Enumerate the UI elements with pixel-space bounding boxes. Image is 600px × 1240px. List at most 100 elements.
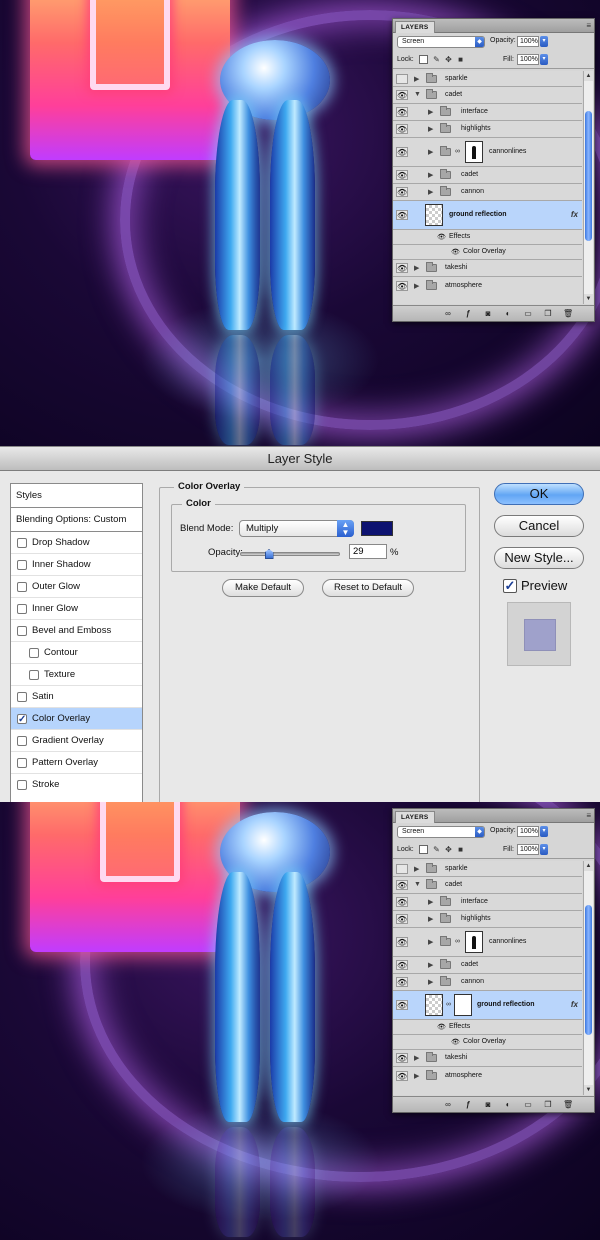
collapse-arrow-icon[interactable]: ▼ [414, 91, 421, 98]
layer-row-cadet-sub[interactable]: 👁 ▶ cadet [393, 957, 582, 974]
eye-icon[interactable]: 👁 [396, 187, 408, 197]
reset-default-button[interactable]: Reset to Default [322, 579, 414, 597]
expand-arrow-icon[interactable]: ▶ [428, 171, 433, 179]
collapse-arrow-icon[interactable]: ▼ [414, 881, 421, 888]
expand-arrow-icon[interactable]: ▶ [428, 148, 433, 156]
fx-badge-icon[interactable]: fx [571, 1000, 578, 1009]
visibility-empty-icon[interactable] [396, 863, 408, 874]
eye-icon[interactable]: 👁 [396, 977, 408, 987]
overlay-color-swatch[interactable] [361, 521, 393, 536]
eye-icon[interactable]: 👁 [396, 124, 408, 134]
opacity-arrow-icon[interactable]: ▾ [540, 36, 548, 47]
style-item-drop-shadow[interactable]: Drop Shadow [11, 532, 142, 554]
layer-effects-row[interactable]: 👁 Effects [393, 230, 582, 245]
new-group-icon[interactable]: ▭ [523, 309, 533, 319]
layers-scrollbar[interactable]: ▲ ▼ [583, 861, 593, 1095]
checkbox-checked[interactable]: ✓ [17, 714, 27, 725]
add-mask-icon[interactable]: ◙ [483, 1100, 493, 1110]
scroll-down-icon[interactable]: ▼ [584, 294, 593, 304]
ok-button[interactable]: OK [494, 483, 584, 505]
style-item-inner-shadow[interactable]: Inner Shadow [11, 554, 142, 576]
layer-row-sparkle[interactable]: ▶ sparkle [393, 861, 582, 877]
trash-icon[interactable]: 🗑 [563, 1100, 573, 1110]
adjustment-layer-icon[interactable]: ◐ [503, 1100, 513, 1110]
eye-icon[interactable]: 👁 [396, 1000, 408, 1010]
layer-row-interface[interactable]: 👁 ▶ interface [393, 104, 582, 121]
checkbox[interactable] [17, 758, 27, 768]
style-item-outer-glow[interactable]: Outer Glow [11, 576, 142, 598]
eye-icon[interactable]: 👁 [396, 263, 408, 273]
expand-arrow-icon[interactable]: ▶ [428, 961, 433, 969]
checkbox[interactable] [17, 582, 27, 592]
link-layers-icon[interactable]: ∞ [443, 1100, 453, 1110]
opacity-slider-handle[interactable] [264, 549, 274, 559]
checkbox[interactable] [29, 648, 39, 658]
lock-transparency-icon[interactable] [419, 55, 428, 64]
layer-row-highlights[interactable]: 👁 ▶ highlights [393, 911, 582, 928]
layer-row-cannon[interactable]: 👁 ▶ cannon [393, 974, 582, 991]
layer-thumbnail[interactable] [425, 994, 443, 1016]
preview-checkbox[interactable]: ✓ [503, 579, 517, 593]
panel-menu-icon[interactable]: ≡ [586, 811, 591, 820]
lock-move-icon[interactable]: ✥ [444, 55, 453, 64]
style-item-gradient-overlay[interactable]: Gradient Overlay [11, 730, 142, 752]
layer-row-cadet[interactable]: 👁 ▼ cadet [393, 877, 582, 894]
new-layer-icon[interactable]: ❐ [543, 309, 553, 319]
layer-effects-row[interactable]: 👁 Effects [393, 1020, 582, 1035]
eye-icon[interactable]: 👁 [437, 1023, 446, 1031]
eye-icon[interactable]: 👁 [396, 960, 408, 970]
layer-row-cadet[interactable]: 👁 ▼ cadet [393, 87, 582, 104]
layer-row-atmosphere[interactable]: 👁 ▶ atmosphere [393, 1067, 582, 1084]
style-item-pattern-overlay[interactable]: Pattern Overlay [11, 752, 142, 774]
new-group-icon[interactable]: ▭ [523, 1100, 533, 1110]
eye-icon[interactable]: 👁 [451, 1038, 460, 1046]
visibility-empty-icon[interactable] [396, 73, 408, 84]
layers-tab[interactable]: LAYERS [395, 21, 435, 33]
style-item-bevel-emboss[interactable]: Bevel and Emboss [11, 620, 142, 642]
layer-mask-thumbnail[interactable] [465, 141, 483, 163]
checkbox[interactable] [17, 560, 27, 570]
eye-icon[interactable]: 👁 [396, 90, 408, 100]
style-item-inner-glow[interactable]: Inner Glow [11, 598, 142, 620]
expand-arrow-icon[interactable]: ▶ [414, 865, 419, 873]
layer-thumbnail[interactable] [425, 204, 443, 226]
expand-arrow-icon[interactable]: ▶ [428, 915, 433, 923]
checkbox[interactable] [17, 538, 27, 548]
overlay-blend-select[interactable]: Multiply ▲ ▼ [239, 520, 354, 537]
eye-icon[interactable]: 👁 [396, 897, 408, 907]
opacity-slider[interactable] [240, 552, 340, 556]
eye-icon[interactable]: 👁 [396, 1070, 408, 1081]
eye-icon[interactable]: 👁 [396, 880, 408, 890]
layer-row-atmosphere[interactable]: 👁 ▶ atmosphere [393, 277, 582, 294]
layers-scrollbar[interactable]: ▲ ▼ [583, 71, 593, 304]
scroll-up-icon[interactable]: ▲ [584, 861, 593, 871]
make-default-button[interactable]: Make Default [222, 579, 304, 597]
checkbox[interactable] [17, 604, 27, 614]
trash-icon[interactable]: 🗑 [563, 309, 573, 319]
checkbox[interactable] [29, 670, 39, 680]
adjustment-layer-icon[interactable]: ◐ [503, 309, 513, 319]
layer-row-cannonlines[interactable]: 👁 ▶ ∞ cannonlines [393, 138, 582, 167]
layer-row-interface[interactable]: 👁 ▶ interface [393, 894, 582, 911]
expand-arrow-icon[interactable]: ▶ [428, 938, 433, 946]
style-item-color-overlay[interactable]: ✓ Color Overlay [11, 708, 142, 730]
expand-arrow-icon[interactable]: ▶ [414, 1072, 419, 1080]
opacity-arrow-icon[interactable]: ▾ [540, 826, 548, 837]
expand-arrow-icon[interactable]: ▶ [414, 264, 419, 272]
checkbox[interactable] [17, 736, 27, 746]
scroll-thumb[interactable] [585, 905, 592, 1035]
scroll-down-icon[interactable]: ▼ [584, 1085, 593, 1095]
layer-row-ground-reflection[interactable]: 👁 ∞ ground reflection fx [393, 991, 582, 1020]
opacity-input[interactable]: 29 [349, 544, 387, 559]
eye-icon[interactable]: 👁 [396, 170, 408, 180]
layer-row-sparkle[interactable]: ▶ sparkle [393, 71, 582, 87]
layer-row-takeshi[interactable]: 👁 ▶ takeshi [393, 260, 582, 277]
fx-badge-icon[interactable]: fx [571, 210, 578, 219]
expand-arrow-icon[interactable]: ▶ [428, 125, 433, 133]
layer-mask-thumbnail[interactable] [454, 994, 472, 1016]
eye-icon[interactable]: 👁 [396, 914, 408, 924]
layer-row-cannonlines[interactable]: 👁 ▶ ∞ cannonlines [393, 928, 582, 957]
add-style-icon[interactable]: ƒ [463, 309, 473, 319]
layer-effect-color-overlay[interactable]: 👁 Color Overlay [393, 245, 582, 260]
fill-arrow-icon[interactable]: ▾ [540, 54, 548, 65]
